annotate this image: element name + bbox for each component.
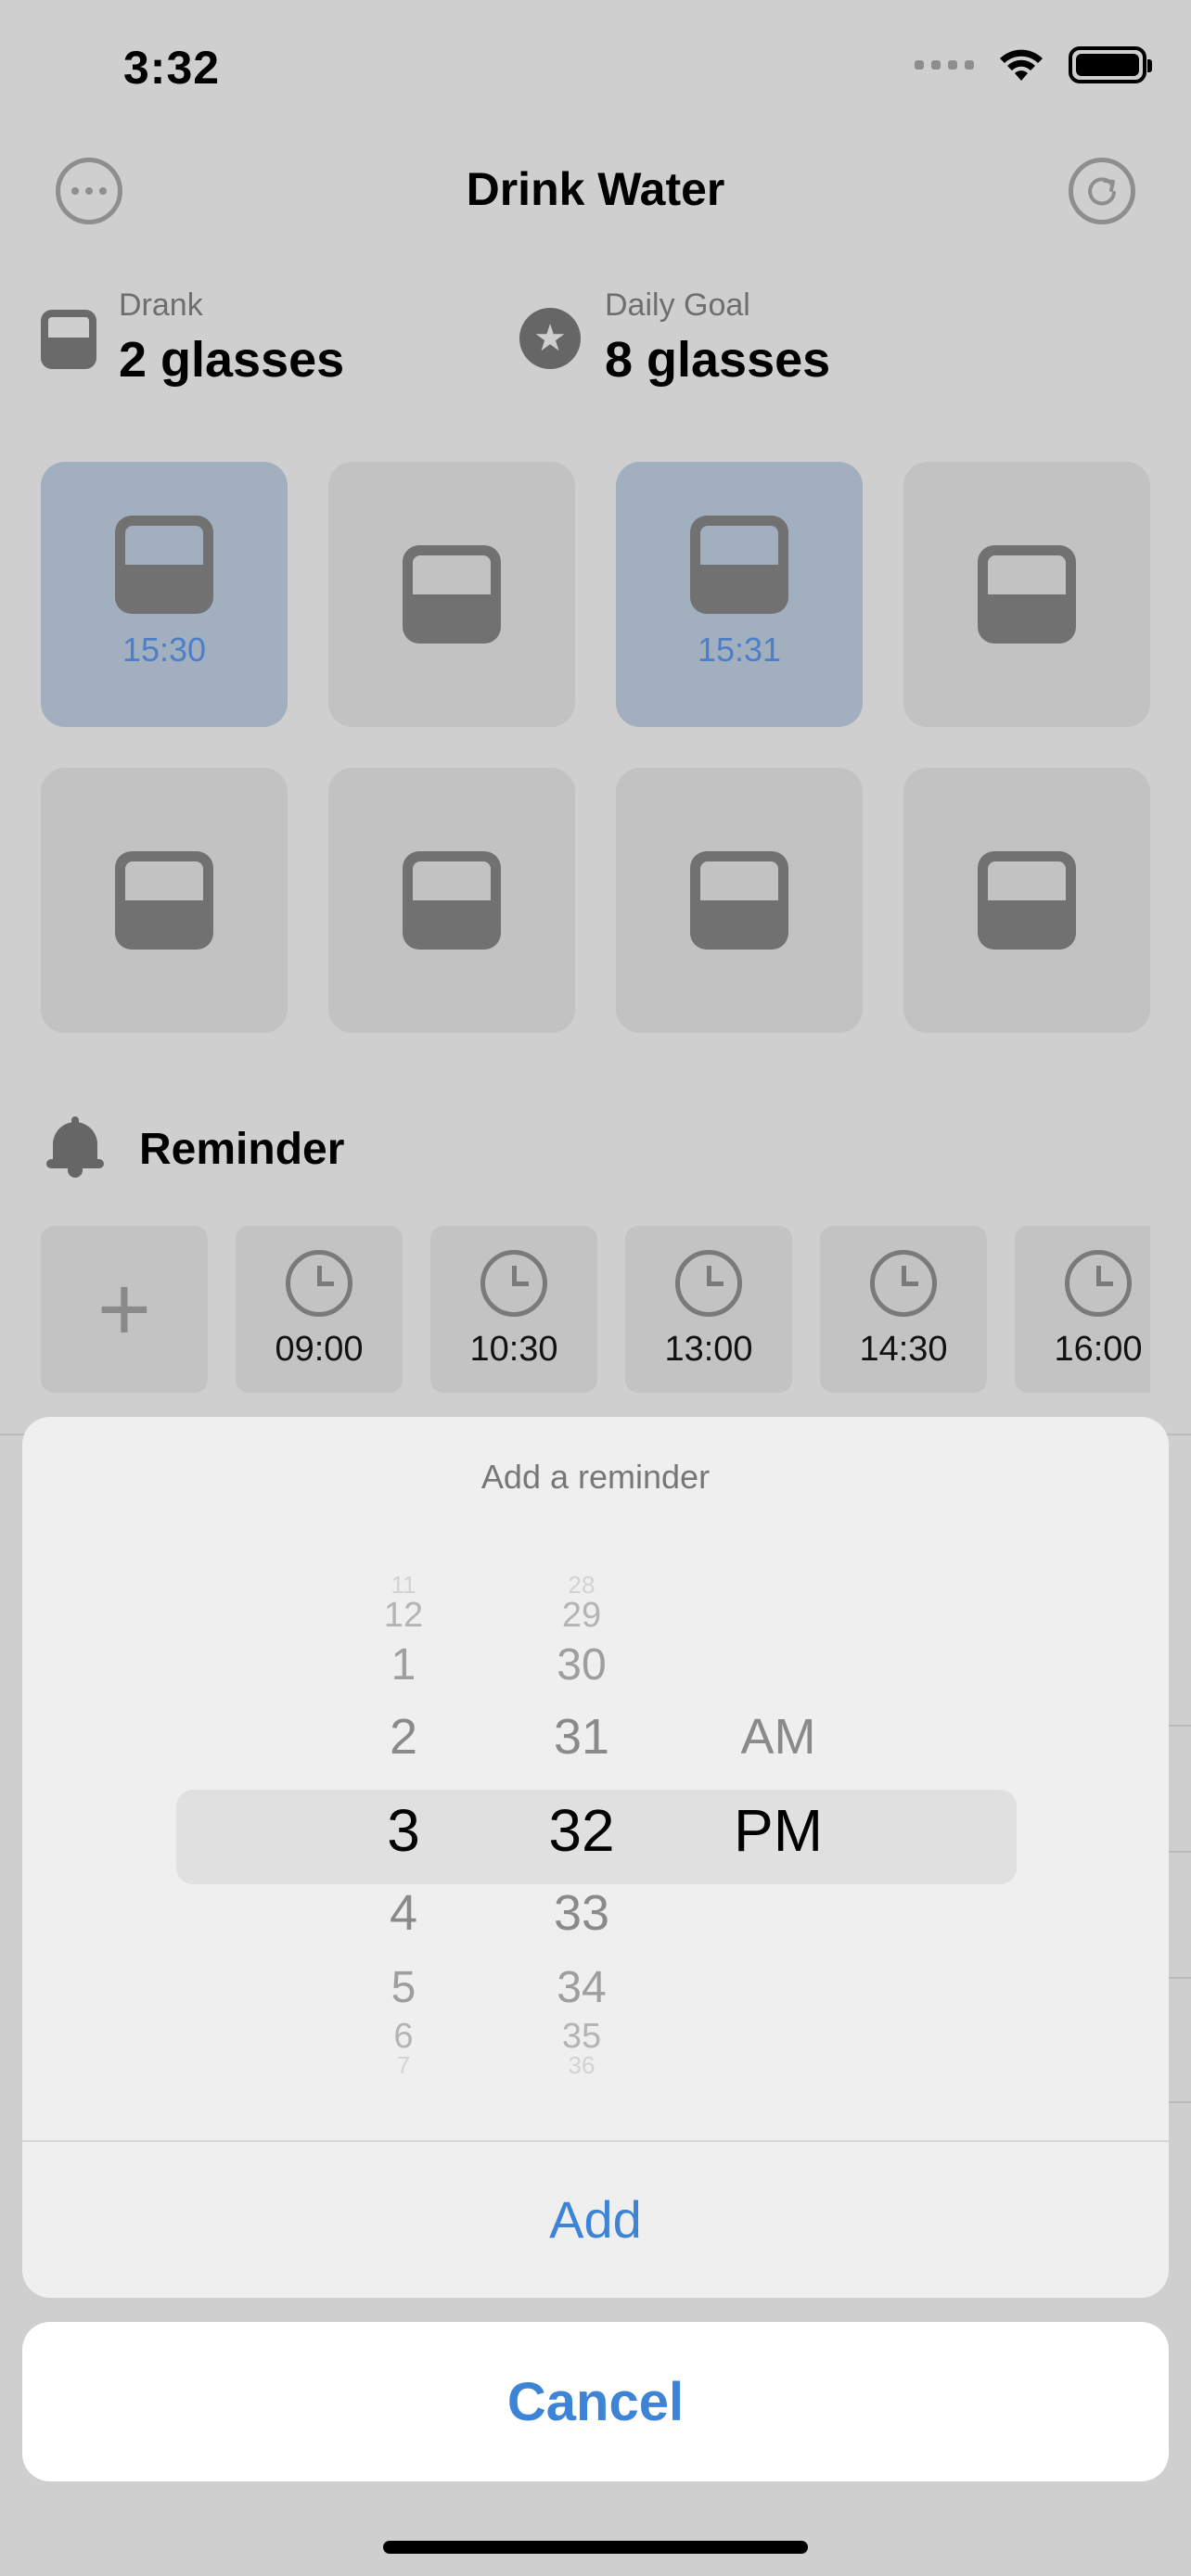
wifi-icon	[1000, 49, 1043, 81]
minute-option[interactable]: 33	[517, 1884, 647, 1942]
status-icons	[915, 46, 1152, 83]
glass-icon	[978, 851, 1076, 950]
clock-icon	[286, 1249, 352, 1317]
add-reminder-button[interactable]: +	[41, 1226, 208, 1393]
reminder-item[interactable]: 10:30	[430, 1226, 597, 1393]
star-icon: ★	[519, 308, 581, 369]
reminder-item[interactable]: 14:30	[820, 1226, 987, 1393]
glass-time: 15:30	[122, 631, 207, 669]
clock-icon	[1065, 1249, 1132, 1317]
divider	[1169, 2101, 1191, 2103]
reminder-item[interactable]: 16:00	[1015, 1226, 1150, 1393]
clock-icon	[480, 1249, 547, 1317]
minute-option[interactable]: 34	[517, 1962, 647, 2014]
add-button[interactable]: Add	[22, 2140, 1169, 2298]
divider	[1169, 1977, 1191, 1979]
glass-icon	[41, 310, 96, 369]
glass-icon	[115, 516, 213, 614]
reminder-item[interactable]: 13:00	[625, 1226, 792, 1393]
hour-option[interactable]: 5	[348, 1962, 459, 2014]
glass-tile[interactable]	[41, 768, 288, 1033]
plus-icon: +	[96, 1257, 152, 1361]
drank-label: Drank	[119, 287, 203, 323]
cellular-signal-icon	[915, 60, 974, 70]
glass-icon	[978, 545, 1076, 644]
period-option[interactable]: AM	[690, 1708, 866, 1766]
minute-option[interactable]: 31	[517, 1708, 647, 1766]
reminder-time: 13:00	[664, 1329, 753, 1369]
reminder-header: Reminder	[45, 1116, 344, 1181]
glass-icon	[115, 851, 213, 950]
hour-option[interactable]: 12	[348, 1595, 459, 1636]
goal-label: Daily Goal	[605, 287, 750, 323]
sheet-title: Add a reminder	[480, 1458, 711, 1496]
battery-icon	[1069, 46, 1152, 83]
reminder-title: Reminder	[139, 1124, 345, 1174]
divider	[1169, 1851, 1191, 1853]
minute-option[interactable]: 36	[517, 2051, 647, 2079]
glass-icon	[690, 851, 788, 950]
add-reminder-sheet: Add a reminder 11 12 1 2 3 4 5 6 7 28 29 30 31 32 33 34…	[22, 1417, 1169, 2298]
minute-option[interactable]: 32	[517, 1795, 647, 1866]
reminder-list: + 09:00 10:30 13:00 14:30 16:00	[41, 1226, 1150, 1393]
minute-option[interactable]: 30	[517, 1639, 647, 1691]
glass-icon	[403, 545, 501, 644]
minute-option[interactable]: 29	[517, 1595, 647, 1636]
divider	[1169, 1725, 1191, 1727]
page-title: Drink Water	[466, 163, 725, 215]
clock-icon	[870, 1249, 937, 1317]
reminder-time: 16:00	[1054, 1329, 1143, 1369]
glasses-grid: 15:30 15:31	[41, 462, 1150, 1033]
reminder-time: 14:30	[859, 1329, 948, 1369]
glass-tile[interactable]	[616, 768, 863, 1033]
reminder-time: 09:00	[275, 1329, 364, 1369]
hour-option[interactable]: 7	[348, 2051, 459, 2079]
period-option[interactable]: PM	[690, 1795, 866, 1866]
home-indicator	[383, 2541, 808, 2554]
drank-stat: Drank 2 glasses	[41, 287, 344, 389]
hour-option[interactable]: 2	[348, 1708, 459, 1766]
hour-option[interactable]: 4	[348, 1884, 459, 1942]
hour-option[interactable]: 3	[348, 1795, 459, 1866]
glass-tile[interactable]	[903, 768, 1150, 1033]
status-time: 3:32	[123, 42, 221, 94]
glass-time: 15:31	[697, 631, 782, 669]
glass-tile[interactable]	[328, 462, 575, 727]
reminder-item[interactable]: 09:00	[236, 1226, 403, 1393]
time-picker[interactable]: 11 12 1 2 3 4 5 6 7 28 29 30 31 32 33 34 35 36 AM PM	[22, 1571, 1169, 2079]
glass-icon	[403, 851, 501, 950]
goal-value: 8 glasses	[605, 332, 831, 388]
reset-button[interactable]	[1069, 158, 1135, 224]
reminder-time: 10:30	[469, 1329, 558, 1369]
arrow-clockwise-icon	[1088, 177, 1116, 206]
glass-icon	[690, 516, 788, 614]
clock-icon	[675, 1249, 742, 1317]
bell-icon	[45, 1116, 106, 1181]
glass-tile[interactable]	[903, 462, 1150, 727]
drank-value: 2 glasses	[119, 332, 345, 388]
goal-stat: ★ Daily Goal 8 glasses	[519, 287, 830, 389]
cancel-button[interactable]: Cancel	[22, 2322, 1169, 2481]
glass-tile[interactable]: 15:31	[616, 462, 863, 727]
glass-tile[interactable]: 15:30	[41, 462, 288, 727]
hour-option[interactable]: 1	[348, 1639, 459, 1691]
glass-tile[interactable]	[328, 768, 575, 1033]
